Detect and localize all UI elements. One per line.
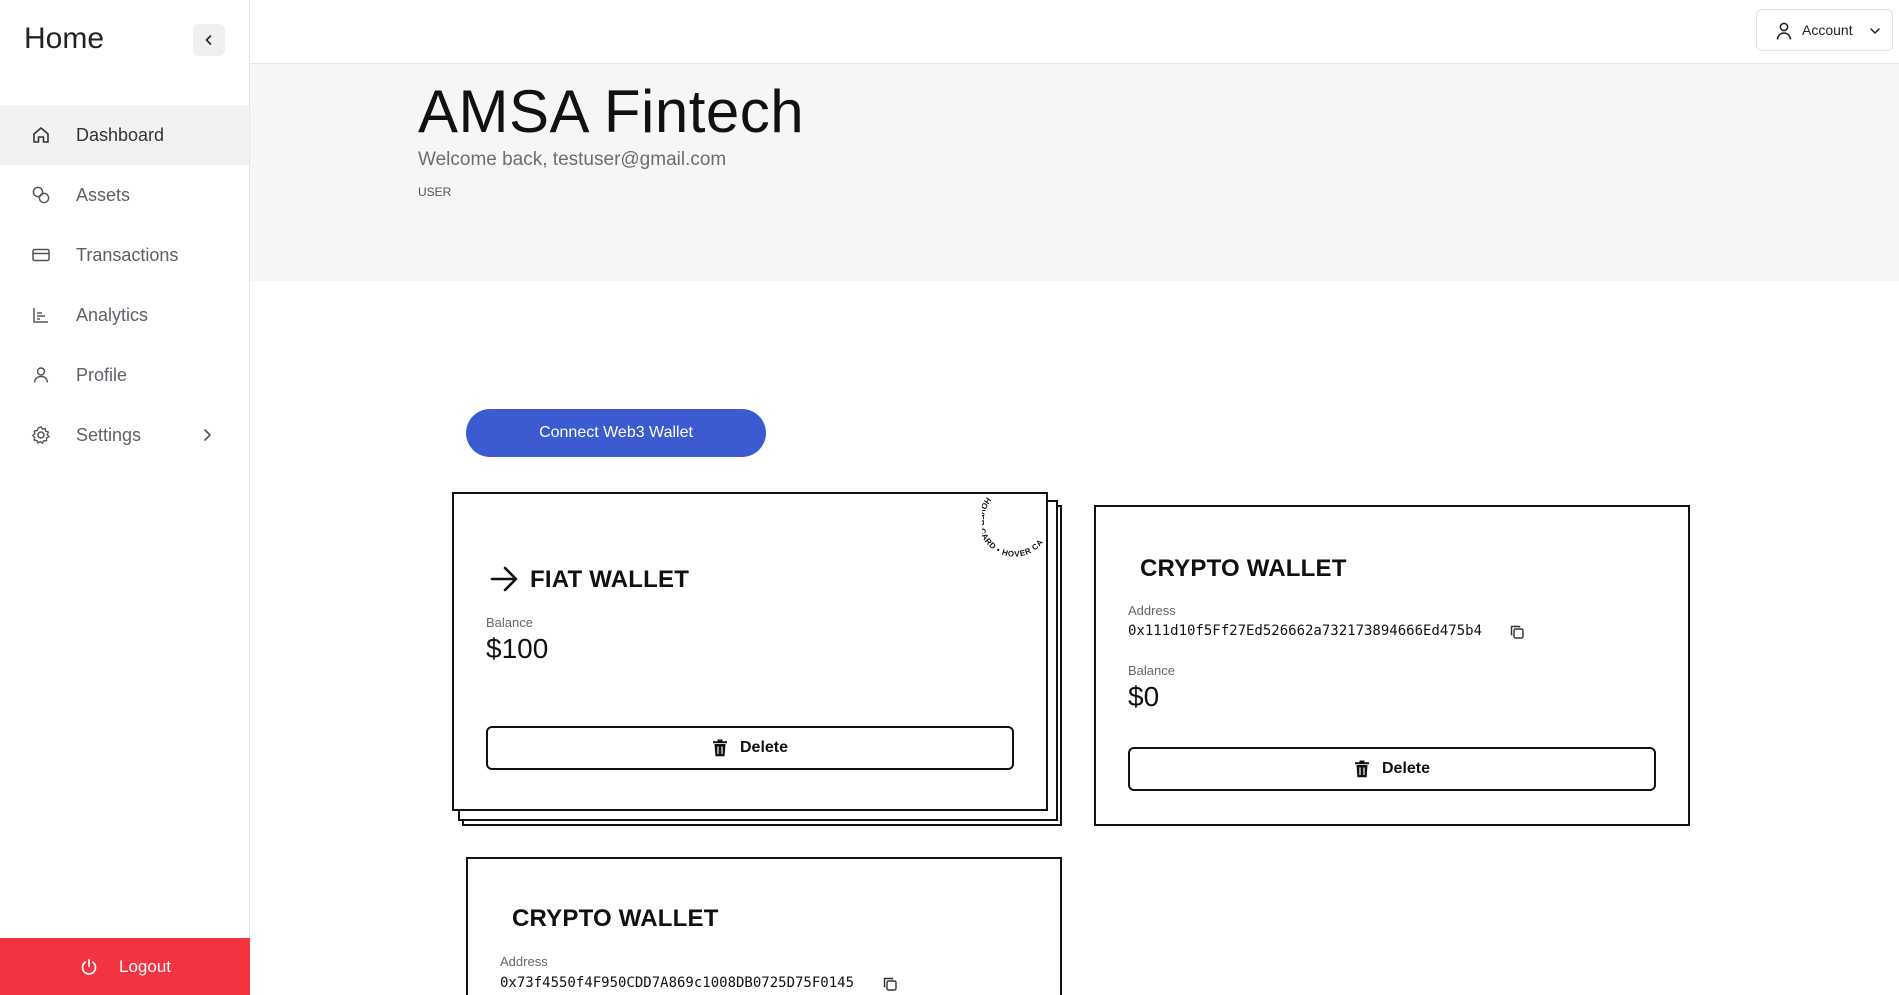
delete-label: Delete — [1381, 760, 1431, 777]
svg-text:HOVER CARD • HOVER CARD •: HOVER CARD • HOVER CARD • — [982, 492, 1045, 558]
sidebar-item-settings[interactable]: Settings — [0, 405, 249, 465]
balance-label: Balance — [486, 615, 533, 630]
home-icon — [31, 125, 51, 145]
crypto-wallet-card[interactable]: CRYPTO WALLET Address 0x73f4550f4F950CDD… — [466, 857, 1062, 995]
sidebar-item-label: Analytics — [76, 304, 149, 325]
trash-icon — [1354, 760, 1370, 778]
user-icon — [31, 365, 51, 385]
arrow-right-icon — [490, 566, 518, 592]
wallet-balance: $100 — [486, 633, 549, 664]
wallet-address: 0x111d10f5Ff27Ed526662a732173894666Ed475… — [1128, 623, 1483, 639]
logout-button[interactable]: Logout — [0, 938, 250, 995]
chevron-right-icon — [198, 425, 216, 445]
sidebar-item-analytics[interactable]: Analytics — [0, 285, 249, 345]
logout-label: Logout — [119, 956, 171, 976]
coins-icon — [31, 185, 51, 205]
page-title: AMSA Fintech — [418, 78, 805, 145]
page-header: AMSA Fintech Welcome back, testuser@gmai… — [250, 64, 1899, 281]
sidebar-item-transactions[interactable]: Transactions — [0, 225, 249, 285]
user-role: USER — [418, 185, 452, 199]
chevron-down-icon — [1870, 28, 1880, 34]
sidebar-title: Home — [24, 22, 105, 55]
collapse-sidebar-button[interactable] — [193, 24, 225, 56]
app-root: Home Dashboard Assets Transactions Analy… — [0, 0, 1899, 995]
sidebar-item-label: Transactions — [76, 244, 179, 265]
hover-card-badge: HOVER CARD • HOVER CARD • — [982, 492, 1045, 558]
connect-web3-wallet-button[interactable]: Connect Web3 Wallet — [466, 409, 766, 457]
sidebar-nav: Dashboard Assets Transactions Analytics — [0, 105, 249, 465]
balance-label: Balance — [1128, 663, 1175, 678]
sidebar-header: Home — [0, 0, 250, 82]
copy-icon[interactable] — [1509, 624, 1525, 640]
power-icon — [79, 957, 99, 977]
delete-wallet-button[interactable]: Delete — [486, 726, 1014, 770]
address-label: Address — [500, 954, 548, 969]
fiat-wallet-card[interactable]: HOVER CARD • HOVER CARD • FIAT WALLET Ba… — [452, 492, 1048, 811]
bar-chart-icon — [31, 305, 51, 325]
wallet-balance: $0 — [1128, 681, 1160, 712]
trash-icon — [712, 739, 728, 757]
sidebar-item-label: Profile — [76, 364, 128, 385]
delete-wallet-button[interactable]: Delete — [1128, 747, 1656, 791]
user-icon — [1776, 22, 1792, 40]
sidebar: Home Dashboard Assets Transactions Analy… — [0, 0, 250, 995]
account-label: Account — [1802, 22, 1853, 38]
credit-card-icon — [31, 245, 51, 265]
sidebar-item-profile[interactable]: Profile — [0, 345, 249, 405]
sidebar-item-dashboard[interactable]: Dashboard — [0, 105, 249, 165]
sidebar-item-label: Assets — [76, 184, 131, 205]
chevron-left-icon — [205, 35, 212, 45]
top-bar: Account — [250, 0, 1899, 64]
delete-label: Delete — [739, 739, 789, 756]
wallet-title: FIAT WALLET — [530, 566, 690, 593]
wallet-title: CRYPTO WALLET — [512, 905, 719, 932]
copy-icon[interactable] — [882, 976, 898, 992]
wallet-address: 0x73f4550f4F950CDD7A869c1008DB0725D75F01… — [500, 975, 855, 991]
sidebar-item-label: Dashboard — [76, 124, 165, 145]
account-button[interactable]: Account — [1756, 9, 1893, 51]
welcome-text: Welcome back, testuser@gmail.com — [418, 149, 727, 170]
sidebar-item-assets[interactable]: Assets — [0, 165, 249, 225]
address-label: Address — [1128, 603, 1176, 618]
crypto-wallet-card[interactable]: CRYPTO WALLET Address 0x111d10f5Ff27Ed52… — [1094, 505, 1690, 826]
gear-icon — [31, 425, 51, 445]
sidebar-item-label: Settings — [76, 424, 142, 445]
wallet-title: CRYPTO WALLET — [1140, 555, 1347, 582]
